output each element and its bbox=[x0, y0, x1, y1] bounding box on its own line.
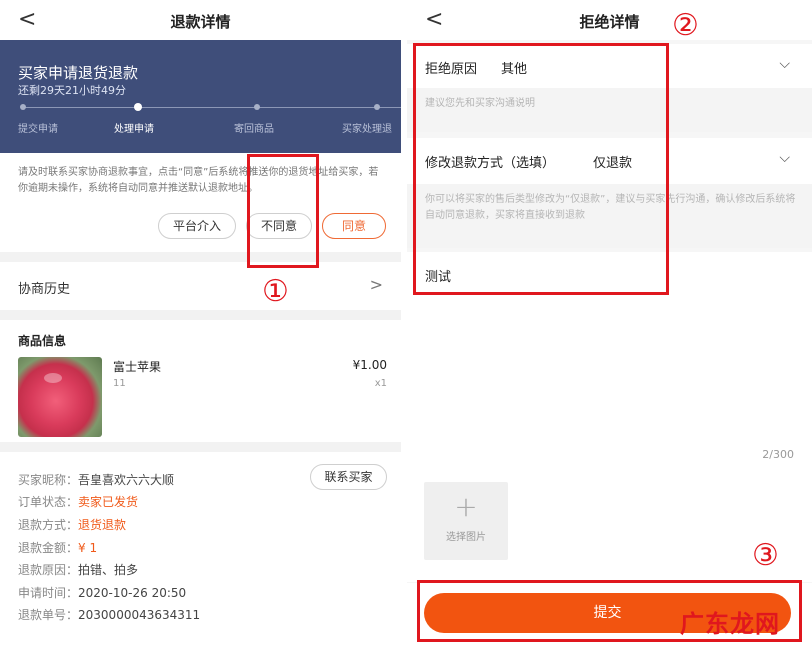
product-spec: 11 bbox=[113, 378, 126, 389]
info-row-refund-reason: 退款原因：拍错、拍多 bbox=[18, 563, 139, 577]
info-row-refund-method: 退款方式：退货退款 bbox=[18, 518, 127, 532]
watermark-logo: 广东龙网 bbox=[680, 609, 780, 638]
status-banner: 买家申请退货退款 还剩29天21小时49分 提交申请 处理申请 寄回商品 买家处… bbox=[0, 40, 401, 153]
info-row-apply-time: 申请时间：2020-10-26 20:50 bbox=[18, 586, 187, 600]
page-title: 退款详情 bbox=[170, 13, 231, 31]
nav-bar: < 拒绝详情 bbox=[407, 0, 812, 40]
plus-icon: + bbox=[454, 490, 478, 523]
upload-label: 选择图片 bbox=[446, 532, 486, 543]
chevron-right-icon: > bbox=[369, 275, 383, 294]
product-price: ¥1.00 bbox=[352, 358, 387, 372]
highlight-box-disagree bbox=[247, 154, 319, 268]
char-counter: 2/300 bbox=[762, 448, 794, 461]
goods-section-title: 商品信息 bbox=[18, 334, 67, 348]
step-dot-2 bbox=[134, 103, 142, 111]
step-marker-three: ③ bbox=[752, 538, 779, 573]
step-label: 处理申请 bbox=[114, 124, 154, 135]
product-image[interactable] bbox=[18, 357, 102, 437]
progress-line bbox=[24, 107, 401, 108]
info-row-order-status: 订单状态：卖家已发货 bbox=[18, 495, 139, 509]
refund-detail-screen: < 退款详情 买家申请退货退款 还剩29天21小时49分 提交申请 处理申请 寄… bbox=[0, 0, 401, 649]
banner-title: 买家申请退货退款 bbox=[18, 64, 139, 82]
product-qty: x1 bbox=[374, 378, 387, 389]
upload-image-button[interactable]: + 选择图片 bbox=[424, 482, 508, 560]
chevron-down-icon: ⌵ bbox=[779, 56, 790, 72]
step-label: 寄回商品 bbox=[234, 124, 274, 135]
step-dot-4 bbox=[374, 104, 380, 110]
nav-bar: < 退款详情 bbox=[0, 0, 401, 40]
negotiation-history-row[interactable]: 协商历史 > bbox=[0, 262, 401, 310]
step-label: 买家处理退 bbox=[342, 124, 392, 135]
product-name: 富士苹果 bbox=[113, 360, 162, 374]
step-dot-3 bbox=[254, 104, 260, 110]
step-marker-one: ① bbox=[262, 274, 289, 309]
goods-card: 商品信息 富士苹果 11 ¥1.00 x1 bbox=[0, 320, 401, 442]
history-label: 协商历史 bbox=[18, 282, 71, 297]
countdown-text: 还剩29天21小时49分 bbox=[18, 84, 126, 97]
agree-button[interactable]: 同意 bbox=[322, 213, 386, 239]
step-marker-two: ② bbox=[672, 8, 699, 43]
chevron-down-icon: ⌵ bbox=[779, 150, 790, 166]
step-label: 提交申请 bbox=[18, 124, 58, 135]
step-dot-1 bbox=[20, 104, 26, 110]
page-title: 拒绝详情 bbox=[579, 13, 640, 31]
platform-intervene-button[interactable]: 平台介入 bbox=[158, 213, 236, 239]
info-row-refund-amount: 退款金额：¥ 1 bbox=[18, 541, 98, 555]
highlight-box-form bbox=[413, 43, 669, 295]
info-row-refund-number: 退款单号：2030000043634311 bbox=[18, 608, 201, 622]
contact-buyer-button[interactable]: 联系买家 bbox=[310, 464, 387, 490]
info-row-nickname: 买家昵称：吾皇喜欢六六大顺 bbox=[18, 473, 175, 487]
notice-text: 请及时联系买家协商退款事宜，点击“同意”后系统将推送你的退货地址给买家，若你逾期… bbox=[18, 167, 379, 194]
